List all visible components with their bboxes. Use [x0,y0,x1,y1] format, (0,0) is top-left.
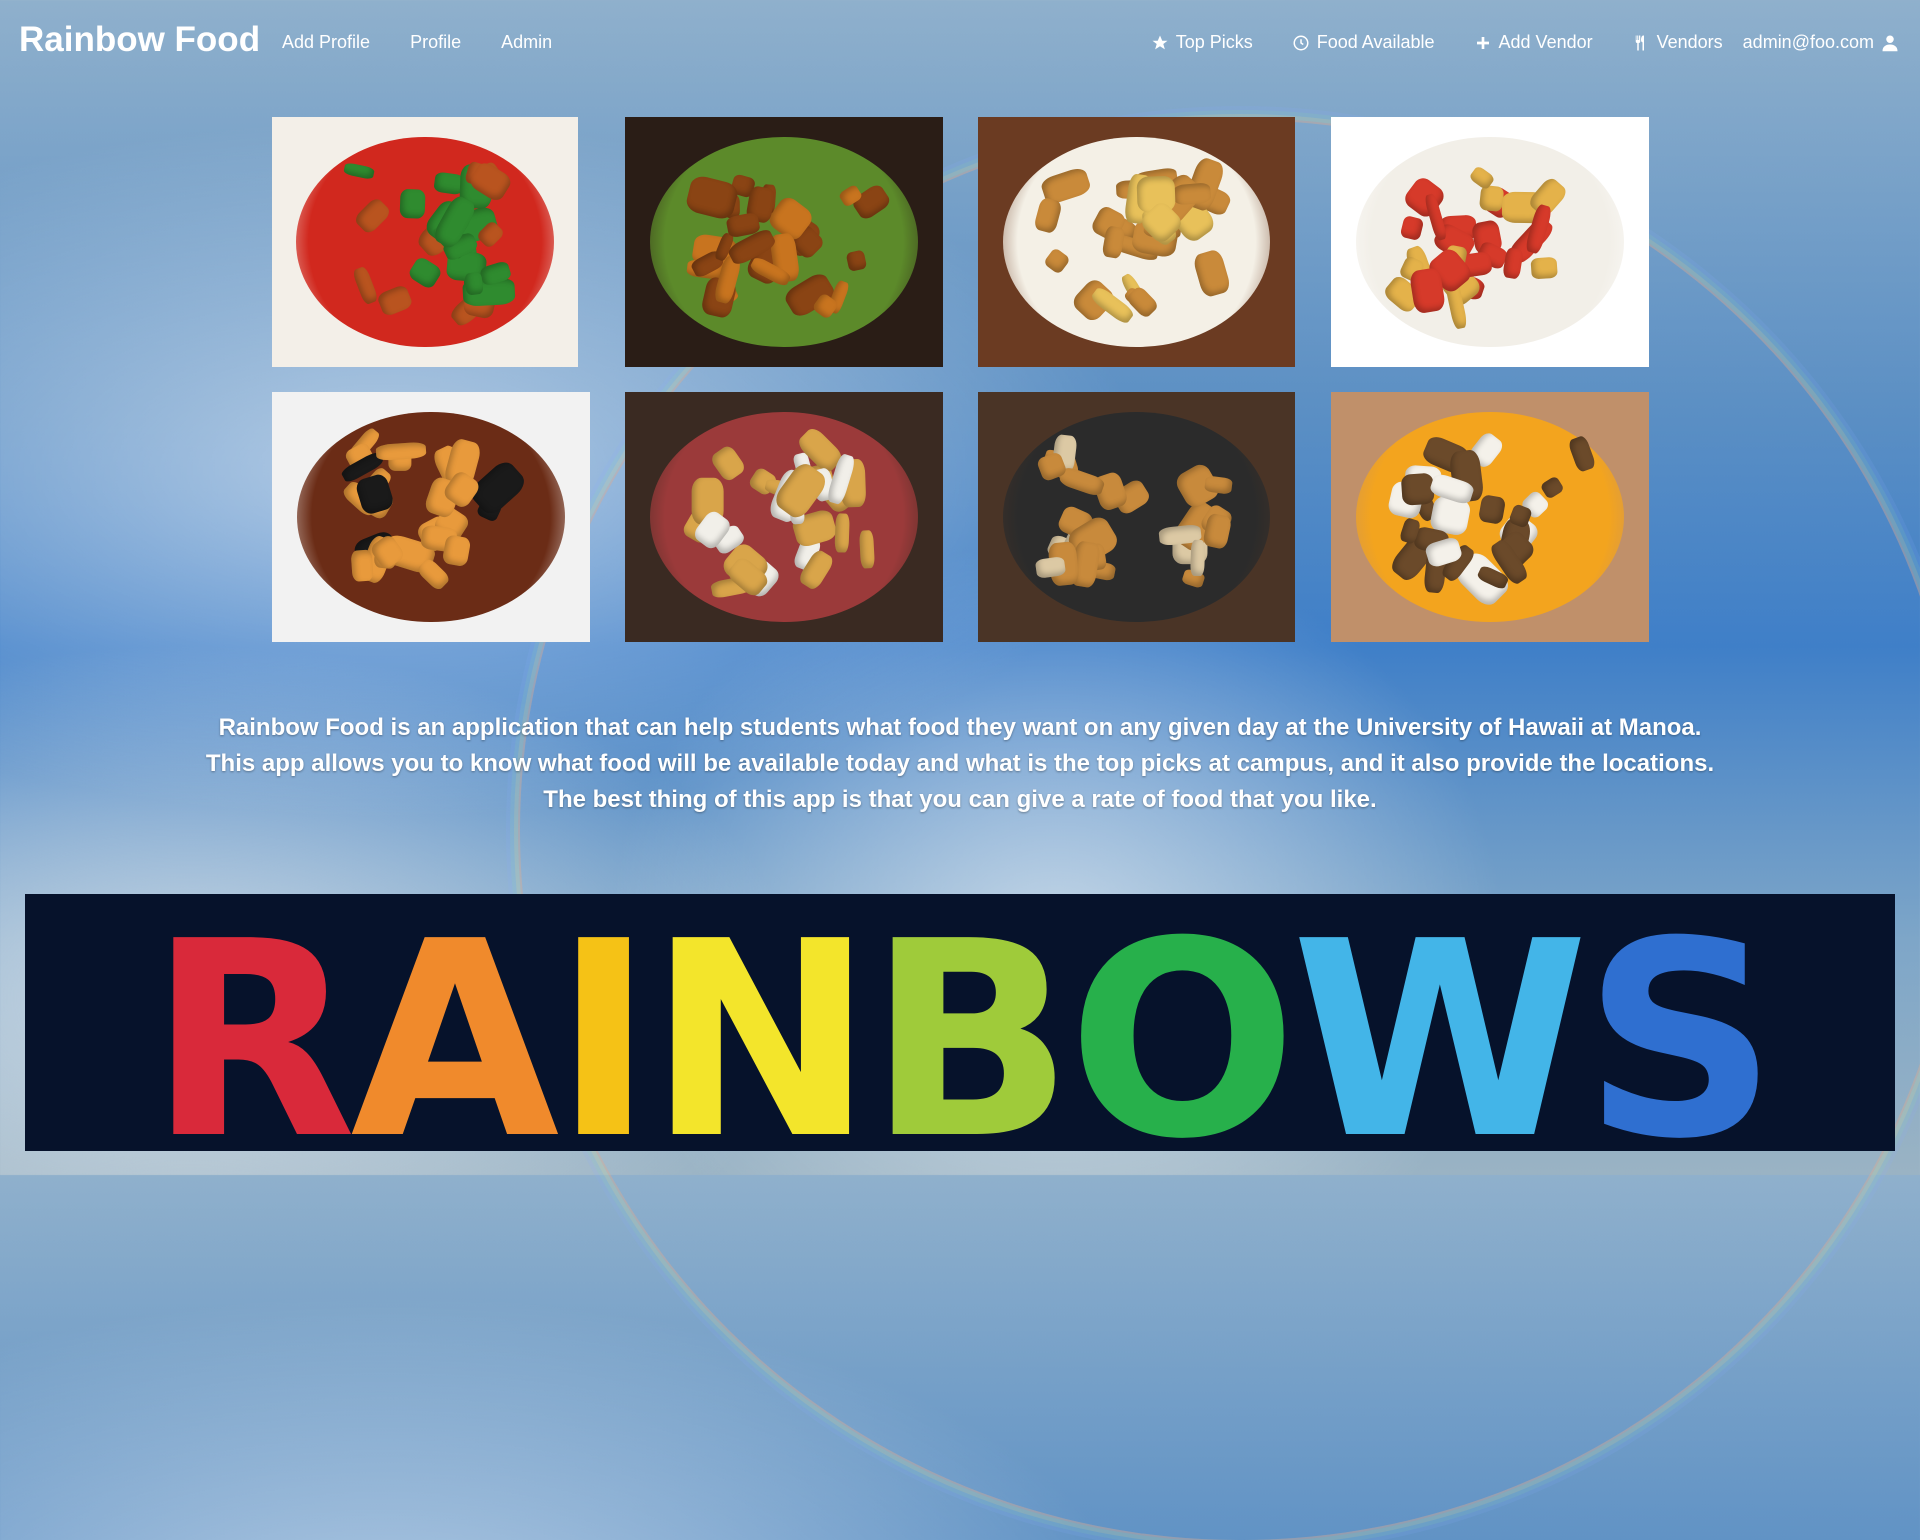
nav-vendors-label: Vendors [1656,32,1723,52]
food-piece [463,271,484,296]
food-piece [834,513,850,553]
rainbows-letter: N [648,894,868,1151]
nav-add-vendor[interactable]: Add Vendor [1473,32,1593,53]
food-piece [1530,256,1559,279]
nav-admin[interactable]: Admin [501,32,552,53]
food-piece [858,529,875,568]
food-image-loaded-fries [1331,117,1649,367]
user-email: admin@foo.com [1742,32,1874,52]
food-image-steak-and-fries [625,392,943,642]
description-line-2: This app allows you to know what food wi… [205,750,1715,777]
nav-top-picks[interactable]: Top Picks [1150,32,1253,53]
navbar: Rainbow Food Add Profile Profile Admin T… [0,0,1920,86]
star-icon [1150,33,1170,53]
nav-left: Add Profile Profile Admin [282,32,552,53]
clock-icon [1291,33,1311,53]
brand-logo[interactable]: Rainbow Food [19,20,260,60]
nav-food-available[interactable]: Food Available [1291,32,1435,53]
food-image-shrimp-and-beef-bowl [272,392,590,642]
nav-add-profile[interactable]: Add Profile [282,32,370,53]
food-piece [1478,184,1504,213]
nav-right: Top Picks Food Available Add Vendor Vend… [1150,32,1900,53]
food-piece [350,549,374,582]
nav-vendors[interactable]: Vendors [1631,32,1723,53]
nav-top-picks-label: Top Picks [1175,32,1253,52]
nav-profile[interactable]: Profile [410,32,461,53]
nav-user-menu[interactable]: admin@foo.com [1743,32,1900,53]
rainbows-letter: R [149,894,352,1151]
user-icon [1880,33,1900,53]
food-piece [1204,475,1234,495]
app-description: Rainbow Food is an application that can … [190,710,1730,818]
food-piece [1190,539,1206,576]
food-image-orange-chicken [625,117,943,367]
food-plate [297,412,565,622]
rainbows-letter: W [1291,894,1583,1151]
plus-icon [1473,33,1493,53]
nav-food-available-label: Food Available [1316,32,1435,52]
food-image-chicken-katsu [978,392,1295,642]
food-piece [398,189,426,219]
nav-add-vendor-label: Add Vendor [1498,32,1593,52]
rainbows-letter: A [350,894,561,1151]
rainbows-letter: O [1068,894,1292,1151]
rainbows-letter: S [1583,894,1771,1151]
food-image-loco-moco [1331,392,1649,642]
food-image-kung-pao-chicken [272,117,578,367]
description-line-3: The best thing of this app is that you c… [543,786,1377,813]
description-line-1: Rainbow Food is an application that can … [218,714,1702,741]
rainbows-letter: I [553,894,647,1151]
rainbows-letter: B [868,894,1068,1151]
rainbows-banner-graphic: RAINBOWS [149,894,1778,1151]
utensils-icon [1631,33,1651,53]
food-image-burger-and-fries [978,117,1295,367]
rainbows-text: RAINBOWS [149,894,1772,1151]
rainbows-banner: RAINBOWS [25,894,1895,1151]
